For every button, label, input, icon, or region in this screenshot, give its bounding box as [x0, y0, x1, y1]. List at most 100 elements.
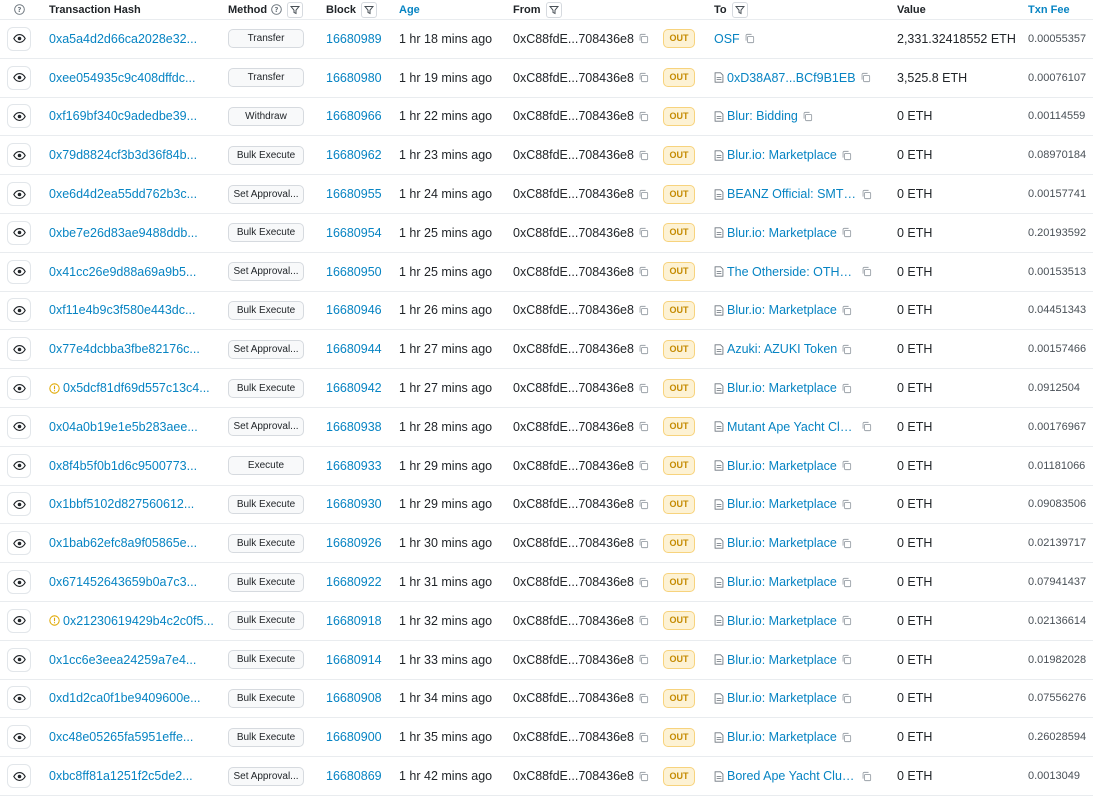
copy-icon[interactable]	[638, 460, 649, 471]
to-address-link[interactable]: Blur.io: Marketplace	[727, 303, 837, 317]
from-address[interactable]: 0xC88fdE...708436e8	[513, 575, 634, 589]
from-address[interactable]: 0xC88fdE...708436e8	[513, 459, 634, 473]
preview-button[interactable]	[7, 531, 31, 556]
preview-button[interactable]	[7, 686, 31, 711]
txn-hash-link[interactable]: 0xbc8ff81a1251f2c5de2...	[49, 769, 193, 783]
block-link[interactable]: 16680914	[326, 653, 382, 667]
to-address-link[interactable]: BEANZ Official: SMTH ...	[727, 187, 857, 201]
copy-icon[interactable]	[841, 538, 852, 549]
block-link[interactable]: 16680966	[326, 109, 382, 123]
from-address[interactable]: 0xC88fdE...708436e8	[513, 226, 634, 240]
txn-hash-link[interactable]: 0x8f4b5f0b1d6c9500773...	[49, 459, 197, 473]
copy-icon[interactable]	[802, 111, 813, 122]
block-link[interactable]: 16680962	[326, 148, 382, 162]
preview-button[interactable]	[7, 453, 31, 478]
copy-icon[interactable]	[638, 266, 649, 277]
preview-button[interactable]	[7, 376, 31, 401]
copy-icon[interactable]	[638, 72, 649, 83]
block-link[interactable]: 16680938	[326, 420, 382, 434]
txn-hash-link[interactable]: 0x79d8824cf3b3d36f84b...	[49, 148, 197, 162]
copy-icon[interactable]	[638, 111, 649, 122]
to-address-link[interactable]: Blur.io: Marketplace	[727, 730, 837, 744]
block-link[interactable]: 16680930	[326, 497, 382, 511]
preview-button[interactable]	[7, 608, 31, 633]
block-link[interactable]: 16680900	[326, 730, 382, 744]
from-address[interactable]: 0xC88fdE...708436e8	[513, 32, 634, 46]
from-address[interactable]: 0xC88fdE...708436e8	[513, 71, 634, 85]
copy-icon[interactable]	[638, 654, 649, 665]
block-link[interactable]: 16680908	[326, 691, 382, 705]
from-address[interactable]: 0xC88fdE...708436e8	[513, 420, 634, 434]
block-link[interactable]: 16680933	[326, 459, 382, 473]
block-link[interactable]: 16680950	[326, 265, 382, 279]
to-address-link[interactable]: The Otherside: OTHR T...	[727, 265, 857, 279]
copy-icon[interactable]	[841, 654, 852, 665]
copy-icon[interactable]	[638, 577, 649, 588]
from-address[interactable]: 0xC88fdE...708436e8	[513, 109, 634, 123]
block-link[interactable]: 16680944	[326, 342, 382, 356]
txn-hash-link[interactable]: 0x1bbf5102d827560612...	[49, 497, 194, 511]
from-address[interactable]: 0xC88fdE...708436e8	[513, 187, 634, 201]
preview-button[interactable]	[7, 104, 31, 129]
from-address[interactable]: 0xC88fdE...708436e8	[513, 614, 634, 628]
copy-icon[interactable]	[860, 72, 871, 83]
from-address[interactable]: 0xC88fdE...708436e8	[513, 342, 634, 356]
to-address-link[interactable]: OSF	[714, 32, 740, 46]
copy-icon[interactable]	[861, 771, 872, 782]
copy-icon[interactable]	[841, 227, 852, 238]
txn-hash-link[interactable]: 0xe6d4d2ea55dd762b3c...	[49, 187, 197, 201]
preview-button[interactable]	[7, 725, 31, 750]
preview-button[interactable]	[7, 220, 31, 245]
to-address-link[interactable]: Blur.io: Marketplace	[727, 148, 837, 162]
copy-icon[interactable]	[638, 305, 649, 316]
copy-icon[interactable]	[638, 421, 649, 432]
txn-hash-link[interactable]: 0x77e4dcbba3fbe82176c...	[49, 342, 200, 356]
block-link[interactable]: 16680955	[326, 187, 382, 201]
method-filter-button[interactable]	[287, 1, 304, 18]
copy-icon[interactable]	[841, 305, 852, 316]
txn-hash-link[interactable]: 0x5dcf81df69d557c13c4...	[63, 381, 210, 395]
copy-icon[interactable]	[841, 460, 852, 471]
to-address-link[interactable]: Bored Ape Yacht Club: ...	[727, 769, 857, 783]
to-address-link[interactable]: Blur.io: Marketplace	[727, 459, 837, 473]
txn-hash-link[interactable]: 0x04a0b19e1e5b283aee...	[49, 420, 198, 434]
from-address[interactable]: 0xC88fdE...708436e8	[513, 691, 634, 705]
copy-icon[interactable]	[841, 577, 852, 588]
txn-hash-link[interactable]: 0xa5a4d2d66ca2028e32...	[49, 32, 197, 46]
to-address-link[interactable]: Blur.io: Marketplace	[727, 226, 837, 240]
block-link[interactable]: 16680926	[326, 536, 382, 550]
to-filter-button[interactable]	[731, 1, 748, 18]
preview-button[interactable]	[7, 647, 31, 672]
block-link[interactable]: 16680954	[326, 226, 382, 240]
block-link[interactable]: 16680980	[326, 71, 382, 85]
preview-button[interactable]	[7, 414, 31, 439]
copy-icon[interactable]	[841, 383, 852, 394]
copy-icon[interactable]	[841, 499, 852, 510]
copy-icon[interactable]	[861, 189, 872, 200]
preview-button[interactable]	[7, 764, 31, 789]
preview-button[interactable]	[7, 492, 31, 517]
to-address-link[interactable]: Azuki: AZUKI Token	[727, 342, 837, 356]
copy-icon[interactable]	[841, 732, 852, 743]
copy-icon[interactable]	[638, 615, 649, 626]
question-circle-icon[interactable]: ?	[271, 4, 282, 15]
to-address-link[interactable]: Mutant Ape Yacht Club:...	[727, 420, 857, 434]
from-address[interactable]: 0xC88fdE...708436e8	[513, 303, 634, 317]
to-address-link[interactable]: Blur.io: Marketplace	[727, 381, 837, 395]
block-link[interactable]: 16680922	[326, 575, 382, 589]
copy-icon[interactable]	[638, 732, 649, 743]
to-address-link[interactable]: Blur.io: Marketplace	[727, 691, 837, 705]
txn-hash-link[interactable]: 0xf11e4b9c3f580e443dc...	[49, 303, 195, 317]
copy-icon[interactable]	[638, 771, 649, 782]
block-filter-button[interactable]	[360, 1, 377, 18]
copy-icon[interactable]	[638, 150, 649, 161]
copy-icon[interactable]	[638, 227, 649, 238]
from-address[interactable]: 0xC88fdE...708436e8	[513, 769, 634, 783]
from-filter-button[interactable]	[545, 1, 562, 18]
to-address-link[interactable]: 0xD38A87...BCf9B1EB	[727, 71, 856, 85]
copy-icon[interactable]	[638, 499, 649, 510]
block-link[interactable]: 16680869	[326, 769, 382, 783]
copy-icon[interactable]	[861, 266, 872, 277]
txn-hash-link[interactable]: 0xf169bf340c9adedbe39...	[49, 109, 197, 123]
txn-hash-link[interactable]: 0x41cc26e9d88a69a9b5...	[49, 265, 196, 279]
